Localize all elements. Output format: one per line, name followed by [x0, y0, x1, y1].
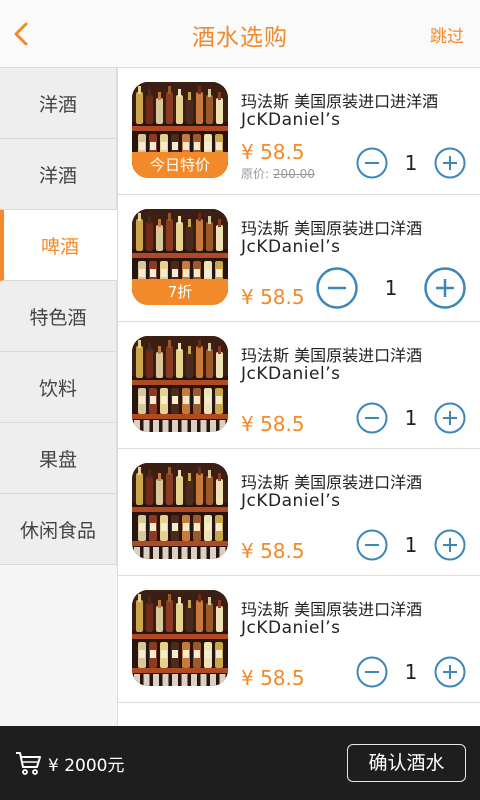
liquor-bottles-image	[132, 590, 228, 686]
sidebar-item-drinks[interactable]: 饮料	[0, 352, 117, 423]
product-price: ¥ 58.5	[241, 539, 305, 563]
product-list: 今日特价 玛法斯 美国原装进口进洋酒 JcKDaniel’s ¥ 58.5 原价…	[118, 68, 480, 726]
confirm-drinks-button[interactable]: 确认酒水	[347, 744, 466, 782]
category-sidebar: 洋酒 洋酒 啤酒 特色酒 饮料 果盘 休闲食品	[0, 68, 118, 726]
product-subname: JcKDaniel’s	[241, 364, 341, 384]
product-item[interactable]: 玛法斯 美国原装进口洋酒 JcKDaniel’s ¥ 58.5 1	[118, 322, 480, 449]
minus-circle-icon	[356, 656, 388, 688]
plus-circle-icon	[434, 529, 466, 561]
product-item[interactable]: 玛法斯 美国原装进口洋酒 JcKDaniel’s ¥ 58.5 1	[118, 576, 480, 703]
sidebar-item-specialty-wine[interactable]: 特色酒	[0, 281, 117, 352]
quantity-value: 1	[404, 660, 418, 684]
minus-circle-icon	[316, 267, 358, 309]
decrease-button[interactable]	[356, 656, 388, 688]
shopping-cart-icon[interactable]	[14, 749, 42, 777]
liquor-bottles-image	[132, 463, 228, 559]
product-price: ¥ 58.5	[241, 412, 305, 436]
decrease-button[interactable]	[316, 267, 358, 309]
original-price-value: 200.00	[272, 167, 315, 181]
original-price-label: 原价:	[241, 167, 270, 181]
product-subname: JcKDaniel’s	[241, 618, 341, 638]
bottom-bar: ¥ 2000元 确认酒水	[0, 726, 480, 800]
quantity-value: 1	[404, 151, 418, 175]
product-subname: JcKDaniel’s	[241, 110, 341, 130]
decrease-button[interactable]	[356, 147, 388, 179]
product-name: 玛法斯 美国原装进口洋酒	[241, 219, 423, 238]
minus-circle-icon	[356, 402, 388, 434]
sidebar-item-liquor-2[interactable]: 洋酒	[0, 139, 117, 210]
increase-button[interactable]	[424, 267, 466, 309]
product-name: 玛法斯 美国原装进口进洋酒	[241, 92, 439, 111]
product-subname: JcKDaniel’s	[241, 491, 341, 511]
minus-circle-icon	[356, 147, 388, 179]
product-name: 玛法斯 美国原装进口洋酒	[241, 473, 423, 492]
deal-badge: 今日特价	[132, 152, 228, 178]
liquor-bottles-image	[132, 336, 228, 432]
product-image[interactable]	[132, 336, 228, 432]
increase-button[interactable]	[434, 402, 466, 434]
minus-circle-icon	[356, 529, 388, 561]
sidebar-item-beer[interactable]: 啤酒	[0, 210, 117, 281]
sidebar-item-fruit-platter[interactable]: 果盘	[0, 423, 117, 494]
top-bar: 酒水选购 跳过	[0, 0, 480, 68]
product-item[interactable]: 玛法斯 美国原装进口洋酒 JcKDaniel’s ¥ 58.5 1	[118, 449, 480, 576]
quantity-stepper: 1	[356, 147, 466, 179]
increase-button[interactable]	[434, 656, 466, 688]
quantity-stepper: 1	[316, 267, 466, 309]
quantity-stepper: 1	[356, 656, 466, 688]
product-subname: JcKDaniel’s	[241, 237, 341, 257]
skip-button[interactable]: 跳过	[430, 22, 464, 47]
quantity-value: 1	[384, 276, 398, 300]
increase-button[interactable]	[434, 147, 466, 179]
sidebar-item-liquor[interactable]: 洋酒	[0, 68, 117, 139]
product-image[interactable]	[132, 590, 228, 686]
product-price: ¥ 58.5	[241, 285, 305, 309]
plus-circle-icon	[434, 656, 466, 688]
decrease-button[interactable]	[356, 529, 388, 561]
quantity-value: 1	[404, 533, 418, 557]
discount-badge: 7折	[132, 279, 228, 305]
page-title: 酒水选购	[192, 25, 288, 51]
plus-circle-icon	[424, 267, 466, 309]
cart-total: ¥ 2000元	[48, 756, 125, 776]
quantity-value: 1	[404, 406, 418, 430]
product-image[interactable]	[132, 463, 228, 559]
product-image[interactable]: 7折	[132, 209, 228, 305]
product-image[interactable]: 今日特价	[132, 82, 228, 178]
quantity-stepper: 1	[356, 529, 466, 561]
product-item[interactable]: 7折 玛法斯 美国原装进口洋酒 JcKDaniel’s ¥ 58.5 1	[118, 195, 480, 322]
product-price: ¥ 58.5	[241, 140, 305, 164]
decrease-button[interactable]	[356, 402, 388, 434]
quantity-stepper: 1	[356, 402, 466, 434]
sidebar-item-snacks[interactable]: 休闲食品	[0, 494, 117, 565]
increase-button[interactable]	[434, 529, 466, 561]
original-price: 原价: 200.00	[241, 165, 315, 182]
product-price: ¥ 58.5	[241, 666, 305, 690]
product-name: 玛法斯 美国原装进口洋酒	[241, 346, 423, 365]
product-item[interactable]: 今日特价 玛法斯 美国原装进口进洋酒 JcKDaniel’s ¥ 58.5 原价…	[118, 68, 480, 195]
product-name: 玛法斯 美国原装进口洋酒	[241, 600, 423, 619]
plus-circle-icon	[434, 402, 466, 434]
plus-circle-icon	[434, 147, 466, 179]
